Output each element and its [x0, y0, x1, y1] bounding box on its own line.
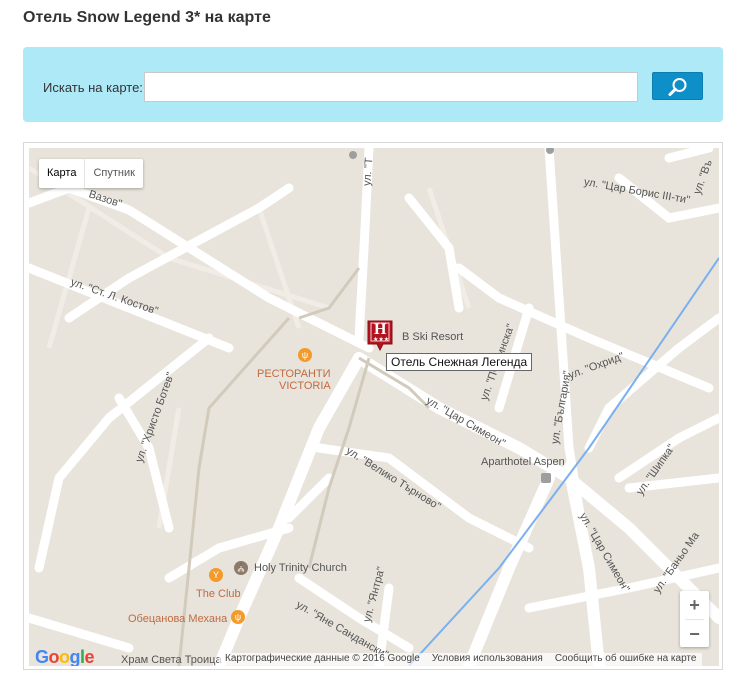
map-type-map-button[interactable]: Карта	[39, 159, 84, 188]
poi-aparthotel-label: Aparthotel Aspen	[481, 456, 565, 468]
zoom-in-button[interactable]: +	[680, 591, 709, 619]
hotel-tooltip: Отель Снежная Легенда	[386, 353, 533, 371]
poi-club-label: The Club	[196, 588, 241, 600]
restaurant-icon: ψ	[298, 348, 312, 362]
bar-icon: Y	[209, 568, 223, 582]
google-logo[interactable]: Google	[35, 647, 95, 666]
poi-resort-label: B Ski Resort	[402, 331, 464, 343]
poi-restaurant-label-2: VICTORIA	[279, 380, 331, 392]
map-type-satellite-button[interactable]: Спутник	[84, 159, 142, 188]
map-attribution: Картографические данные © 2016 Google Ус…	[219, 653, 703, 666]
poi-restaurant-label-1: РЕСТОРАНТИ	[257, 368, 331, 380]
street-label: Храм Света Троица	[121, 654, 222, 666]
search-label: Искать на карте:	[43, 80, 143, 95]
hotel-marker-stars: ★★★	[373, 337, 390, 343]
map-canvas[interactable]: Карта Спутник ул. "Ст. Л. Костов" ул. "Х…	[29, 148, 719, 666]
restaurant-icon: ψ	[231, 610, 245, 624]
map-frame: Карта Спутник ул. "Ст. Л. Костов" ул. "Х…	[23, 142, 723, 670]
poi-church-label: Holy Trinity Church	[254, 562, 347, 574]
zoom-out-button[interactable]: −	[680, 620, 709, 648]
attribution-data: Картографические данные © 2016 Google	[225, 653, 420, 664]
hotel-marker[interactable]: H ★★★	[367, 320, 393, 352]
search-icon	[668, 78, 687, 96]
church-icon: ⛪	[234, 561, 248, 575]
poi-mehana-label: Обецанова Механа	[128, 613, 228, 625]
search-input[interactable]	[144, 72, 638, 102]
terms-link[interactable]: Условия использования	[426, 653, 549, 666]
report-error-link[interactable]: Сообщить об ошибке на карте	[549, 653, 703, 666]
map-type-control: Карта Спутник	[39, 159, 143, 188]
search-panel: Искать на карте:	[23, 47, 723, 122]
zoom-control: + −	[680, 591, 709, 647]
street-label: ул. "Т	[361, 157, 376, 187]
page-title: Отель Snow Legend 3* на карте	[23, 9, 271, 26]
search-button[interactable]	[652, 72, 703, 100]
